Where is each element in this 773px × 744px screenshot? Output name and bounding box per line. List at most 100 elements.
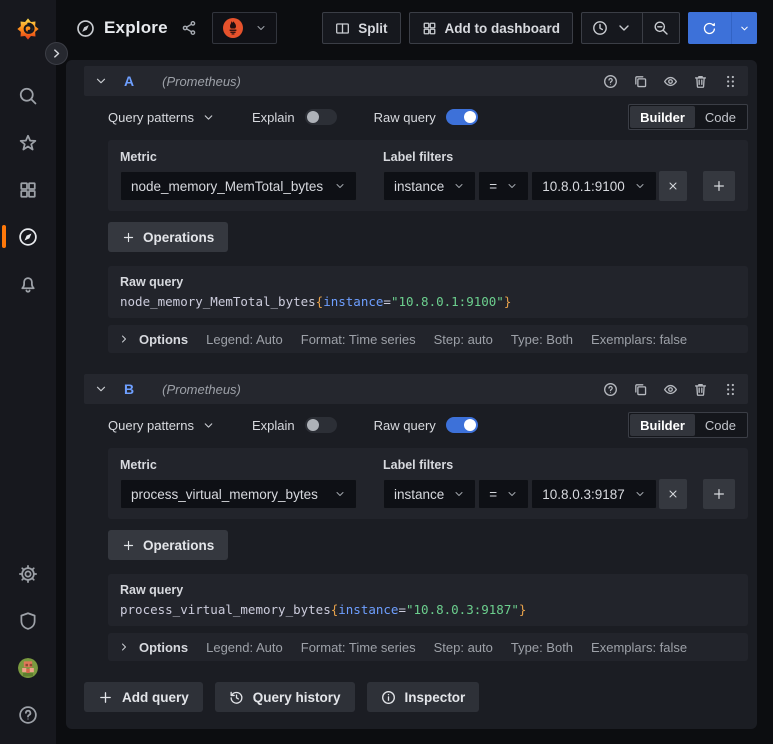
sidebar-expand-button[interactable] (45, 42, 68, 65)
zoom-out-icon (654, 21, 668, 35)
grafana-flame-icon (17, 18, 39, 40)
add-operation-button[interactable]: Operations (108, 222, 229, 252)
remove-filter-button[interactable] (658, 479, 687, 509)
dashboards-grid-icon (20, 181, 36, 198)
filter-value-select[interactable]: 10.8.0.1:9100 (531, 171, 657, 201)
sidebar-item-alerting[interactable] (0, 260, 56, 307)
filter-value-value: 10.8.0.3:9187 (542, 486, 625, 502)
help-circle-icon (604, 382, 617, 396)
query-duplicate-button[interactable] (633, 382, 648, 397)
add-query-button[interactable]: Add query (84, 682, 203, 712)
builder-mode-button[interactable]: Builder (630, 414, 695, 436)
code-mode-button[interactable]: Code (695, 106, 746, 128)
label-filters-label: Label filters (383, 458, 454, 472)
query-remove-button[interactable] (693, 382, 708, 397)
query-drag-handle[interactable] (723, 74, 738, 89)
page-title: Explore (104, 18, 168, 37)
split-button[interactable]: Split (322, 12, 401, 44)
raw-query-panel: Raw query node_memory_MemTotal_bytes{ins… (108, 266, 748, 318)
raw-label-value: "10.8.0.3:9187" (406, 602, 519, 617)
raw-label-name: instance (323, 294, 384, 309)
label-filter-row: instance = 10.8.0.3:9187 (383, 479, 735, 509)
add-panel-icon (423, 22, 435, 34)
query-drag-handle[interactable] (723, 382, 738, 397)
filter-key-select[interactable]: instance (383, 479, 477, 509)
query-history-button[interactable]: Query history (214, 682, 355, 712)
options-format: Format: Time series (300, 331, 416, 347)
add-operation-button[interactable]: Operations (108, 530, 229, 560)
raw-query-expression: process_virtual_memory_bytes{instance="1… (120, 602, 736, 617)
sidebar-item-starred[interactable] (0, 119, 56, 166)
filter-key-select[interactable]: instance (383, 171, 477, 201)
query-options-collapse[interactable]: Options Legend: Auto Format: Time series… (108, 325, 748, 353)
explain-toggle[interactable] (304, 109, 337, 125)
drag-handle-icon (727, 75, 734, 87)
raw-query-toggle[interactable] (445, 417, 478, 433)
run-query-interval-button[interactable] (731, 12, 757, 44)
plus-icon (713, 181, 724, 191)
metric-select[interactable]: node_memory_MemTotal_bytes (120, 171, 357, 201)
query-remove-button[interactable] (693, 74, 708, 89)
chevron-down-icon (508, 183, 516, 189)
refresh-button-group (688, 12, 757, 44)
query-help-button[interactable] (603, 382, 618, 397)
query-b-toolbar: Query patterns Explain Raw query Builder… (108, 411, 748, 439)
sidebar-nav-bottom (0, 550, 56, 738)
run-query-button[interactable] (688, 12, 731, 44)
options-title: Options (139, 331, 189, 347)
filter-value-select[interactable]: 10.8.0.3:9187 (531, 479, 657, 509)
sidebar-item-explore[interactable] (0, 213, 56, 260)
query-options-collapse[interactable]: Options Legend: Auto Format: Time series… (108, 633, 748, 661)
remove-filter-button[interactable] (658, 171, 687, 201)
options-legend: Legend: Auto (206, 331, 283, 347)
sidebar-item-profile[interactable] (0, 644, 56, 691)
trash-icon (694, 383, 707, 396)
label-filters-group: Label filters instance = 10.8. (383, 458, 735, 509)
metric-select[interactable]: process_virtual_memory_bytes (120, 479, 357, 509)
share-button[interactable] (181, 20, 197, 36)
plus-icon (123, 540, 134, 550)
sidebar-item-help[interactable] (0, 691, 56, 738)
sidebar-item-server-admin[interactable] (0, 597, 56, 644)
query-help-button[interactable] (603, 74, 618, 89)
chevron-down-icon (336, 491, 344, 497)
code-mode-button[interactable]: Code (695, 414, 746, 436)
raw-query-toggle[interactable] (445, 109, 478, 125)
add-filter-button[interactable] (702, 171, 735, 201)
datasource-picker[interactable] (211, 12, 277, 44)
time-picker-button[interactable] (582, 13, 642, 43)
filter-operator-select[interactable]: = (478, 479, 530, 509)
add-to-dashboard-button[interactable]: Add to dashboard (408, 12, 573, 44)
filter-key-value: instance (394, 178, 445, 194)
explain-toggle[interactable] (304, 417, 337, 433)
eye-icon (664, 384, 677, 394)
raw-query-title: Raw query (120, 583, 184, 597)
query-disable-button[interactable] (663, 382, 678, 397)
query-patterns-dropdown[interactable]: Query patterns (108, 110, 215, 125)
sidebar-item-search[interactable] (0, 72, 56, 119)
query-patterns-dropdown[interactable]: Query patterns (108, 418, 215, 433)
zoom-out-button[interactable] (642, 13, 679, 43)
raw-equals: = (383, 294, 391, 309)
query-duplicate-button[interactable] (633, 74, 648, 89)
filter-operator-select[interactable]: = (478, 171, 530, 201)
query-b-header[interactable]: B (Prometheus) (84, 374, 748, 404)
add-filter-button[interactable] (702, 479, 735, 509)
query-datasource-hint: (Prometheus) (162, 73, 241, 89)
inspector-button[interactable]: Inspector (366, 682, 480, 712)
metric-value: process_virtual_memory_bytes (131, 486, 318, 502)
explain-label: Explain (252, 109, 295, 125)
query-ref-id: B (124, 381, 135, 397)
raw-label-value: "10.8.0.1:9100" (390, 294, 504, 309)
builder-mode-button[interactable]: Builder (630, 106, 695, 128)
chevron-down-icon (636, 183, 644, 189)
sidebar-item-dashboards[interactable] (0, 166, 56, 213)
time-picker-group (581, 12, 680, 44)
query-a-header[interactable]: A (Prometheus) (84, 66, 748, 96)
history-icon (230, 691, 243, 704)
eye-icon (664, 76, 677, 86)
plus-icon (713, 489, 724, 499)
query-disable-button[interactable] (663, 74, 678, 89)
query-a-actions (603, 74, 738, 89)
sidebar-item-configuration[interactable] (0, 550, 56, 597)
